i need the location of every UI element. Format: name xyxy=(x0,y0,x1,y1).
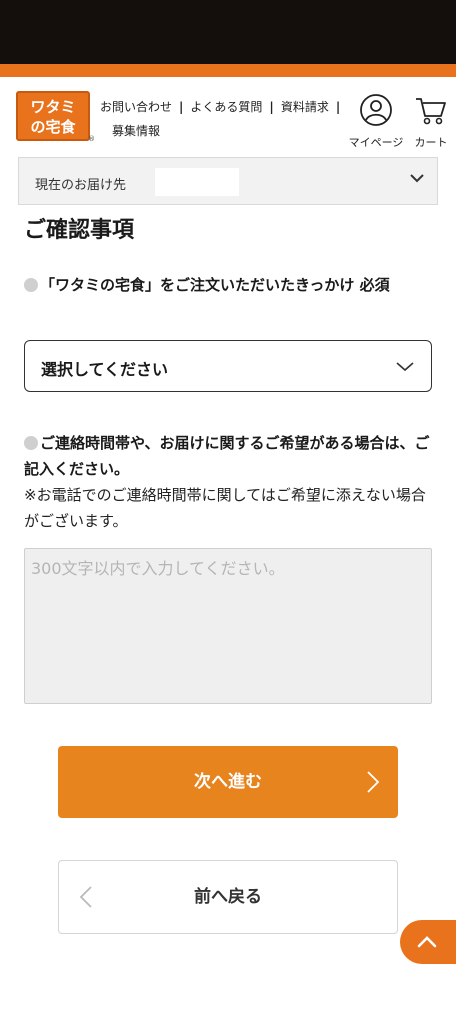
phone-contact-note: ※お電話でのご連絡時間帯に関してはご希望に添えない場合がございます。 xyxy=(24,486,426,530)
nav-separator: | xyxy=(335,100,341,114)
logo-text-bottom: の宅食 xyxy=(30,118,76,136)
nav-separator: | xyxy=(269,100,274,114)
nav-contact-link[interactable]: お問い合わせ xyxy=(100,95,172,119)
bullet-icon xyxy=(24,278,38,292)
next-button[interactable]: 次へ進む xyxy=(58,746,398,818)
back-button-label: 前へ戻る xyxy=(194,887,262,907)
chevron-left-icon xyxy=(79,886,92,908)
site-header: ワタミ の宅食 ® お問い合わせ | よくある質問 | 資料請求 | 募集情報 マイページ… xyxy=(0,77,456,157)
brand-accent-bar xyxy=(0,64,456,77)
user-circle-icon xyxy=(360,94,392,126)
chevron-down-icon xyxy=(410,174,424,183)
delivery-address-value xyxy=(155,168,239,196)
delivery-label: 現在のお届け先 xyxy=(35,178,127,193)
select-value: 選択してください xyxy=(41,360,169,379)
section-title: ご確認事項 xyxy=(24,218,135,243)
nav-recruit-link[interactable]: 募集情報 xyxy=(100,119,350,143)
mypage-button[interactable]: マイページ xyxy=(344,93,408,150)
nav-brochure-link[interactable]: 資料請求 xyxy=(281,95,329,119)
back-button[interactable]: 前へ戻る xyxy=(58,860,398,934)
next-button-label: 次へ進む xyxy=(194,772,262,792)
chevron-up-icon xyxy=(417,936,437,948)
mypage-label: マイページ xyxy=(348,136,404,149)
page-top-button[interactable] xyxy=(400,920,456,964)
cart-label: カート xyxy=(414,136,448,149)
watami-logo[interactable]: ワタミ の宅食 xyxy=(16,91,90,141)
registered-mark: ® xyxy=(88,135,95,143)
question-trigger: 「ワタミの宅食」をご注文いただいたきっかけ 必須 xyxy=(24,272,434,298)
status-bar xyxy=(0,0,456,64)
cart-button[interactable]: カート xyxy=(410,93,452,150)
bullet-icon xyxy=(24,436,38,450)
chevron-right-icon xyxy=(367,771,380,793)
cart-icon xyxy=(416,98,446,125)
question-trigger-label: 「ワタミの宅食」をご注文いただいたきっかけ 必須 xyxy=(40,276,390,294)
trigger-select[interactable]: 選択してください xyxy=(24,340,432,392)
nav-separator: | xyxy=(179,100,184,114)
request-textarea[interactable] xyxy=(24,548,432,704)
header-nav: お問い合わせ | よくある質問 | 資料請求 | 募集情報 xyxy=(100,95,350,143)
question-delivery-request: ご連絡時間帯や、お届けに関するご希望がある場合は、ご記入ください。 xyxy=(24,430,434,482)
nav-faq-link[interactable]: よくある質問 xyxy=(190,95,262,119)
question-delivery-label: ご連絡時間帯や、お届けに関するご希望がある場合は、ご記入ください。 xyxy=(24,434,430,478)
logo-text-top: ワタミ xyxy=(30,98,75,116)
chevron-down-icon xyxy=(396,362,414,372)
delivery-address-dropdown[interactable]: 現在のお届け先 xyxy=(18,157,438,205)
